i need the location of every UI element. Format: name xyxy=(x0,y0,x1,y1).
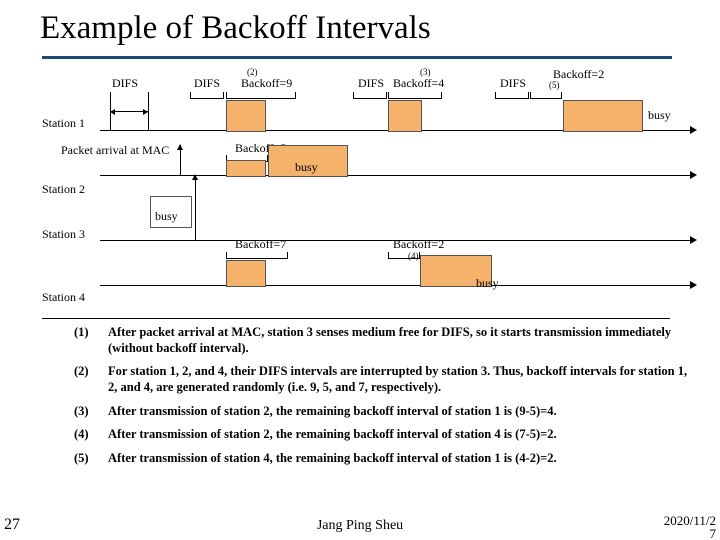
note-row: (2) For station 1, 2, and 4, their DIFS … xyxy=(74,364,694,395)
s3-busy: busy xyxy=(155,209,178,224)
s2-busy: busy xyxy=(295,160,318,175)
notes-list: (1) After packet arrival at MAC, station… xyxy=(74,325,694,474)
station1-arrow xyxy=(690,126,697,134)
packet-arrival-arrow xyxy=(180,145,181,175)
note-row: (4) After transmission of station 2, the… xyxy=(74,427,694,443)
s4-pkt1 xyxy=(226,260,266,287)
row3-backoff2: Backoff=2 xyxy=(393,237,444,252)
packet-arrival-label: Packet arrival at MAC xyxy=(61,143,169,158)
diagram-underline xyxy=(42,318,670,319)
station4-baseline xyxy=(100,285,690,286)
s1-difs1-span xyxy=(110,111,148,112)
station1-label: Station 1 xyxy=(42,116,85,131)
s1-difs3-brk xyxy=(353,92,387,99)
s1-difs4: DIFS xyxy=(500,76,526,91)
s4-bo2-brk xyxy=(388,252,420,259)
s1-t1 xyxy=(148,92,149,130)
s4-bo7-brk xyxy=(226,252,288,259)
s1-difs2: DIFS xyxy=(194,76,220,91)
s1-bo2-brk xyxy=(530,92,562,99)
station4-arrow xyxy=(690,281,697,289)
row1-backoff9: Backoff=9 xyxy=(241,76,292,91)
row1-backoff2: Backoff=2 xyxy=(553,67,604,82)
note-text: After packet arrival at MAC, station 3 s… xyxy=(108,325,694,356)
s2-pkt1 xyxy=(226,160,266,177)
s1-busy: busy xyxy=(648,108,671,123)
s3-up xyxy=(195,175,196,240)
note-text: After transmission of station 2, the rem… xyxy=(108,404,694,420)
s1-tx xyxy=(563,100,643,132)
row1-note5: (5) xyxy=(549,80,560,90)
station2-baseline xyxy=(100,175,690,176)
s1-bo4-brk xyxy=(388,92,442,99)
note-row: (1) After packet arrival at MAC, station… xyxy=(74,325,694,356)
row3-backoff7: Backoff=7 xyxy=(235,237,286,252)
note-row: (3) After transmission of station 2, the… xyxy=(74,404,694,420)
footer-date: 2020/11/2 7 xyxy=(664,514,716,540)
date-line2: 7 xyxy=(710,526,717,540)
note-num: (5) xyxy=(74,451,108,467)
row1-backoff4: Backoff=4 xyxy=(393,76,444,91)
note-row: (5) After transmission of station 4, the… xyxy=(74,451,694,467)
note-text: After transmission of station 2, the rem… xyxy=(108,427,694,443)
s1-difs1: DIFS xyxy=(112,76,138,91)
station3-arrow xyxy=(690,236,697,244)
station2-arrow xyxy=(690,171,697,179)
slide: Example of Backoff Intervals Station 1 D… xyxy=(0,0,720,540)
s4-busy: busy xyxy=(476,276,499,291)
footer-author: Jang Ping Sheu xyxy=(0,518,720,534)
date-line1: 2020/11/2 xyxy=(664,513,716,528)
note-num: (1) xyxy=(74,325,108,356)
note-text: For station 1, 2, and 4, their DIFS inte… xyxy=(108,364,694,395)
s1-pkt2 xyxy=(388,100,422,132)
s1-pkt1 xyxy=(226,100,266,132)
s1-difs3: DIFS xyxy=(358,76,384,91)
note-text: After transmission of station 4, the rem… xyxy=(108,451,694,467)
station4-label: Station 4 xyxy=(42,290,85,305)
note-num: (2) xyxy=(74,364,108,395)
timing-diagram: Station 1 DIFS DIFS (2) Backoff=9 DIFS (… xyxy=(0,0,720,320)
s1-difs4-brk xyxy=(495,92,529,99)
note-num: (4) xyxy=(74,427,108,443)
station2-label: Station 2 xyxy=(42,182,85,197)
station3-label: Station 3 xyxy=(42,227,85,242)
s1-difs2-brk xyxy=(190,92,224,99)
note-num: (3) xyxy=(74,404,108,420)
s1-bo9-brk xyxy=(226,92,296,99)
